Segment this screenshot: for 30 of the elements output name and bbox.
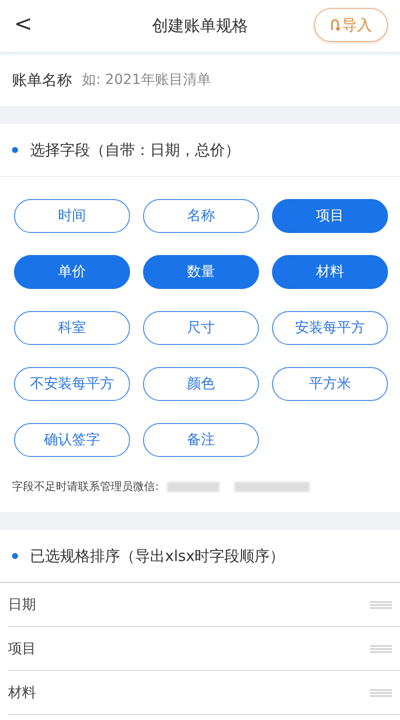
- field-chip[interactable]: 时间: [14, 199, 130, 233]
- field-chip[interactable]: 不安装每平方: [14, 367, 130, 401]
- field-chip[interactable]: 单价: [14, 255, 130, 289]
- field-chip[interactable]: 备注: [143, 423, 259, 457]
- field-chip[interactable]: 确认签字: [14, 423, 130, 457]
- drag-handle-icon[interactable]: [370, 644, 392, 652]
- hint-text: 字段不足时请联系管理员微信:: [12, 479, 159, 494]
- import-button[interactable]: 导入: [314, 8, 388, 42]
- field-name: 日期: [8, 596, 36, 614]
- field-chip[interactable]: 材料: [272, 255, 388, 289]
- drag-handle-icon[interactable]: [370, 688, 392, 696]
- drag-handle-icon[interactable]: [370, 600, 392, 608]
- back-button[interactable]: <: [10, 12, 36, 37]
- field-chip[interactable]: 名称: [143, 199, 259, 233]
- field-name: 材料: [8, 684, 36, 702]
- bullet-dot: [12, 147, 18, 153]
- field-chip[interactable]: 平方米: [272, 367, 388, 401]
- field-name: 项目: [8, 640, 36, 658]
- field-chip[interactable]: 项目: [272, 199, 388, 233]
- field-chip[interactable]: 尺寸: [143, 311, 259, 345]
- field-label: 账单名称: [12, 70, 72, 90]
- field-chip[interactable]: 安装每平方: [272, 311, 388, 345]
- bullet-dot: [12, 553, 18, 559]
- field-chip[interactable]: 颜色: [143, 367, 259, 401]
- page-title: 创建账单规格: [152, 16, 248, 36]
- import-icon: [330, 18, 340, 32]
- section-title: 已选规格排序（导出xlsx时字段顺序）: [30, 546, 285, 566]
- section-title: 选择字段（自带：日期，总价）: [30, 140, 240, 160]
- field-chip[interactable]: 科室: [14, 311, 130, 345]
- field-chip[interactable]: 数量: [143, 255, 259, 289]
